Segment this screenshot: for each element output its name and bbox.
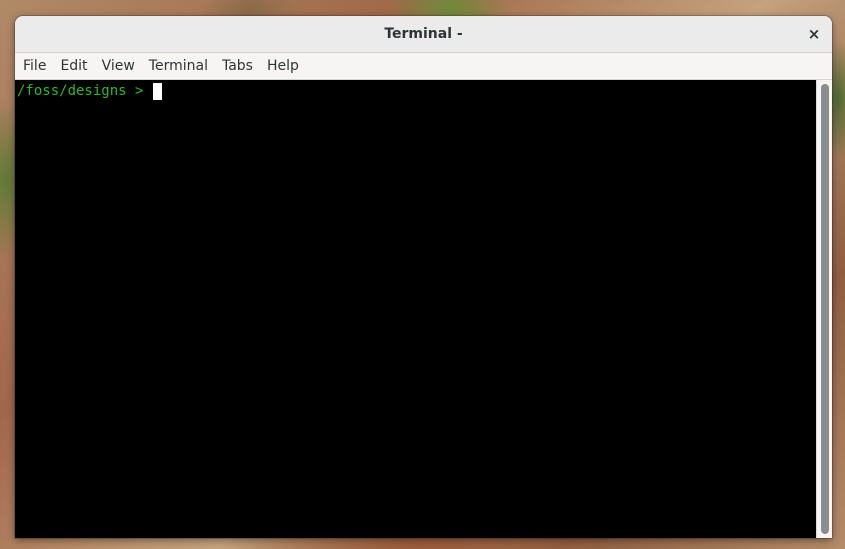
- close-icon: ×: [807, 25, 821, 43]
- menu-edit[interactable]: Edit: [54, 53, 95, 79]
- menu-view[interactable]: View: [96, 53, 143, 79]
- close-button[interactable]: ×: [804, 24, 824, 44]
- menu-file[interactable]: File: [17, 53, 54, 79]
- title-bar[interactable]: Terminal - ×: [15, 16, 832, 53]
- scrollbar-thumb[interactable]: [821, 84, 829, 534]
- vertical-scrollbar[interactable]: [816, 80, 832, 538]
- terminal-window: Terminal - × File Edit View Terminal Tab…: [15, 16, 832, 538]
- prompt-line: /foss/designs >: [17, 81, 163, 101]
- menu-bar: File Edit View Terminal Tabs Help: [15, 53, 832, 80]
- menu-terminal[interactable]: Terminal: [143, 53, 216, 79]
- menu-help[interactable]: Help: [261, 53, 307, 79]
- menu-tabs[interactable]: Tabs: [216, 53, 261, 79]
- terminal-area: /foss/designs >: [15, 80, 832, 538]
- shell-prompt: /foss/designs >: [17, 83, 144, 99]
- text-cursor: [153, 82, 163, 100]
- terminal-screen[interactable]: /foss/designs >: [15, 80, 817, 538]
- window-title: Terminal -: [384, 26, 463, 42]
